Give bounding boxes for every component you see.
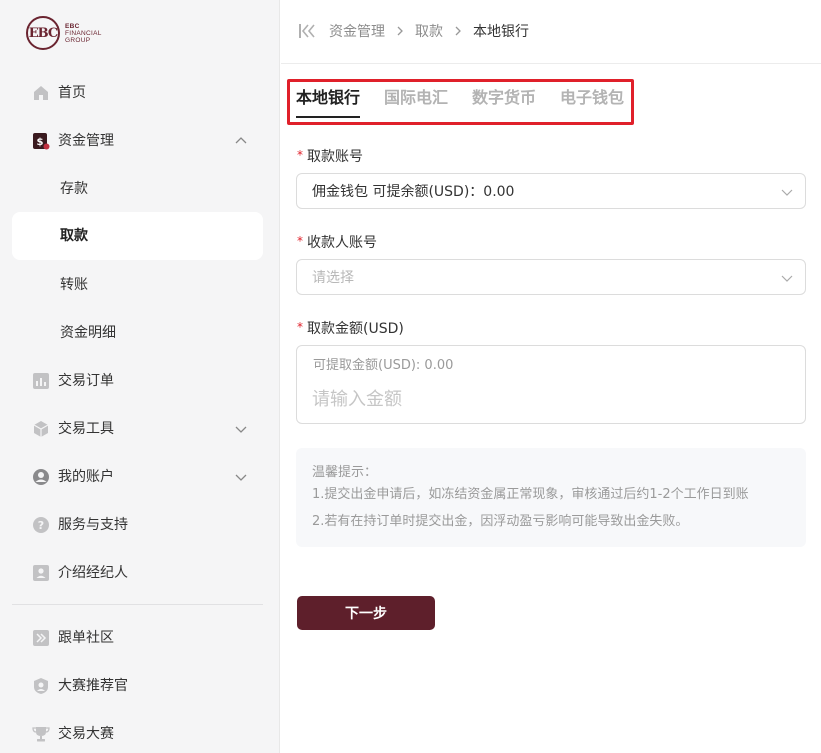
sidebar-divider	[12, 604, 263, 605]
amount-label-text: 取款金额(USD)	[307, 321, 404, 337]
chevron-up-icon[interactable]	[235, 135, 247, 147]
badge-icon	[34, 678, 48, 694]
sidebar-item-label: 资金明细	[60, 325, 116, 341]
user-icon	[33, 469, 49, 485]
breadcrumb-item-fund-management[interactable]: 资金管理	[329, 21, 385, 41]
available-amount-hint: 可提取金额(USD): 0.00	[313, 358, 454, 373]
tab-digital-currency[interactable]: 数字货币	[472, 87, 536, 109]
svg-text:$: $	[37, 137, 44, 148]
withdraw-account-value: 佣金钱包 可提余额(USD)：0.00	[312, 184, 515, 200]
sidebar-item-label: 跟单社区	[58, 630, 114, 646]
sidebar-item-label: 交易订单	[58, 373, 114, 389]
sidebar-item-label: 介绍经纪人	[58, 565, 128, 581]
sidebar-item-my-account[interactable]: 我的账户	[12, 453, 263, 501]
breadcrumb-current: 本地银行	[473, 24, 529, 40]
withdraw-account-label: * 取款账号	[297, 147, 363, 167]
sidebar-item-label: 交易工具	[58, 421, 114, 437]
sidebar-item-transfer[interactable]: 转账	[12, 261, 263, 309]
tab-international-wire[interactable]: 国际电汇	[384, 87, 448, 109]
sidebar-item-label: 资金管理	[58, 133, 114, 149]
trophy-icon	[32, 727, 50, 742]
sidebar-item-label: 大赛推荐官	[58, 678, 128, 694]
logo-text-line2: FINANCIAL	[65, 29, 102, 37]
id-card-icon	[33, 565, 49, 581]
ebc-logo[interactable]: EBC EBC FINANCIAL GROUP	[26, 15, 102, 51]
sidebar-item-trading-contest[interactable]: 交易大赛	[12, 710, 263, 753]
payee-account-label-text: 收款人账号	[307, 235, 377, 251]
tab-local-bank[interactable]: 本地银行	[296, 87, 360, 109]
copy-trade-icon	[33, 630, 49, 646]
sidebar-item-label: 服务与支持	[58, 517, 128, 533]
chevron-down-icon[interactable]	[235, 471, 247, 483]
sidebar-item-contest-referrer[interactable]: 大赛推荐官	[12, 662, 263, 710]
home-icon	[34, 86, 48, 100]
sidebar-item-trade-tools[interactable]: 交易工具	[12, 405, 263, 453]
sidebar-item-fund-details[interactable]: 资金明细	[12, 309, 263, 357]
tips-box: 温馨提示： 1.提交出金申请后，如冻结资金属正常现象，审核通过后约1-2个工作日…	[296, 448, 806, 547]
breadcrumb: 资金管理 取款 本地银行	[297, 20, 529, 42]
sidebar-item-fund-management[interactable]: $ 资金管理	[12, 117, 263, 165]
tips-line-2: 2.若有在持订单时提交出金，因浮动盈亏影响可能导致出金失败。	[312, 514, 689, 529]
chevron-down-icon	[781, 275, 793, 282]
sidebar-item-introducing-broker[interactable]: 介绍经纪人	[12, 549, 263, 597]
payee-account-select[interactable]: 请选择	[296, 259, 806, 295]
tips-title: 温馨提示：	[312, 465, 378, 480]
sidebar-item-service-support[interactable]: ? 服务与支持	[12, 501, 263, 549]
bar-chart-icon	[33, 373, 49, 389]
logo-mark: EBC	[26, 16, 60, 50]
sidebar-item-label: 存款	[60, 181, 88, 197]
sidebar-item-label: 转账	[60, 277, 88, 293]
logo-text-line1: EBC	[65, 22, 80, 30]
required-mark: *	[297, 148, 303, 162]
logo-text: EBC FINANCIAL GROUP	[65, 23, 102, 44]
payee-account-placeholder: 请选择	[312, 270, 354, 286]
amount-field-box: 可提取金额(USD): 0.00	[296, 345, 806, 424]
cube-icon	[33, 421, 49, 437]
active-tab-underline	[296, 116, 360, 118]
tab-e-wallet[interactable]: 电子钱包	[560, 87, 624, 109]
required-mark: *	[297, 320, 303, 334]
sidebar-item-label: 我的账户	[58, 469, 114, 485]
logo-text-line3: GROUP	[65, 36, 91, 44]
sidebar-item-withdraw[interactable]: 取款	[12, 212, 263, 260]
sidebar: EBC EBC FINANCIAL GROUP 首页 $ 资金管理 存款 取款 …	[0, 0, 280, 753]
tips-line-1: 1.提交出金申请后，如冻结资金属正常现象，审核通过后约1-2个工作日到账	[312, 487, 749, 502]
chevron-right-icon	[455, 26, 461, 36]
sidebar-item-home[interactable]: 首页	[12, 69, 263, 117]
help-icon: ?	[33, 517, 49, 533]
collapse-sidebar-icon[interactable]	[297, 21, 317, 41]
payee-account-label: * 收款人账号	[297, 233, 377, 253]
chevron-down-icon[interactable]	[235, 423, 247, 435]
withdraw-account-label-text: 取款账号	[307, 149, 363, 165]
svg-text:?: ?	[38, 519, 44, 532]
sidebar-item-label: 首页	[58, 85, 86, 101]
withdraw-account-select[interactable]: 佣金钱包 可提余额(USD)：0.00	[296, 173, 806, 209]
sidebar-item-trade-orders[interactable]: 交易订单	[12, 357, 263, 405]
sidebar-item-label: 交易大赛	[58, 726, 114, 742]
header-divider	[281, 63, 821, 64]
required-mark: *	[297, 234, 303, 248]
amount-input[interactable]	[312, 384, 782, 414]
sidebar-item-copy-trading[interactable]: 跟单社区	[12, 614, 263, 662]
breadcrumb-item-withdraw[interactable]: 取款	[415, 21, 443, 41]
chevron-right-icon	[397, 26, 403, 36]
sidebar-item-deposit[interactable]: 存款	[12, 165, 263, 213]
chevron-down-icon	[781, 189, 793, 196]
amount-label: * 取款金额(USD)	[297, 319, 404, 339]
next-step-button[interactable]: 下一步	[297, 596, 435, 630]
sidebar-item-label: 取款	[60, 228, 88, 244]
fund-management-icon: $	[33, 133, 50, 150]
